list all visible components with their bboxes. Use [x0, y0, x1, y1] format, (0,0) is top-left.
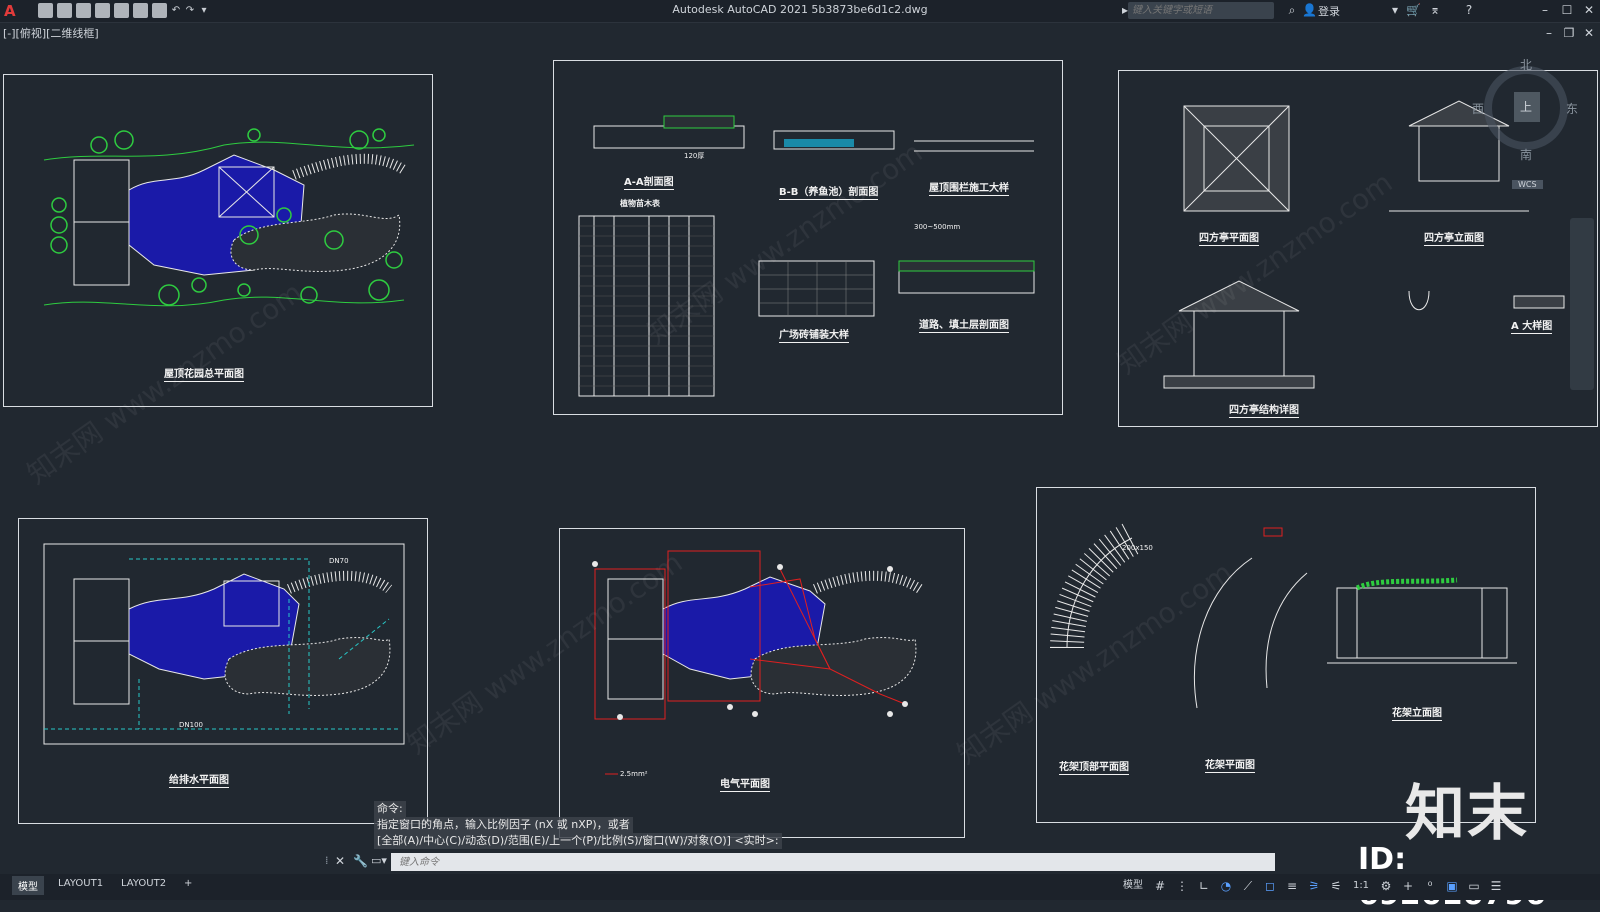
viewcube-east[interactable]: 东: [1566, 100, 1578, 117]
close-icon[interactable]: ✕: [1582, 3, 1596, 17]
label-roof-garden-plan: 屋顶花园总平面图: [164, 365, 244, 382]
label-railing-detail: 屋顶围栏施工大样: [929, 179, 1009, 196]
viewcube-south[interactable]: 南: [1520, 146, 1532, 163]
gear-icon[interactable]: ⚙: [1378, 878, 1394, 894]
dim-300-500: 300~500mm: [914, 223, 961, 231]
dim-dn70: DN70: [329, 557, 349, 565]
scale-dropdown[interactable]: 1:1: [1350, 878, 1372, 894]
units-icon[interactable]: ⁰: [1422, 878, 1438, 894]
polar-icon[interactable]: ◔: [1218, 878, 1234, 894]
sheet-sections: A-A剖面图 B-B（养鱼池）剖面图 屋顶围栏施工大样 植物苗木表 广场砖铺装大…: [553, 60, 1063, 415]
command-history: 命令: 指定窗口的角点，输入比例因子 (nX 或 nXP)，或者 [全部(A)/…: [374, 801, 804, 849]
quick-properties-icon[interactable]: ▣: [1444, 878, 1460, 894]
navigation-bar[interactable]: [1570, 218, 1594, 390]
status-toolbar: 模型 # ⋮ ∟ ◔ ⟋ ◻ ≡ ⚞ ⚟ 1:1 ⚙ + ⁰ ▣ ▭ ☰: [1120, 878, 1504, 894]
roof-garden-drawing: [43, 128, 415, 307]
clean-screen-icon[interactable]: ▭: [1466, 878, 1482, 894]
label-plaza-paving: 广场砖铺装大样: [779, 326, 849, 343]
command-history-line: 指定窗口的角点，输入比例因子 (nX 或 nXP)，或者: [374, 817, 633, 833]
tab-model[interactable]: 模型: [12, 876, 44, 895]
command-line: ⁞ ✕ 🔧 ▭▾: [325, 853, 1275, 871]
tab-add[interactable]: +: [178, 876, 198, 891]
label-detail-a: A 大样图: [1511, 317, 1553, 334]
label-drainage-plan: 给排水平面图: [169, 771, 229, 788]
viewcube-west[interactable]: 西: [1472, 100, 1484, 117]
customization-menu-icon[interactable]: ☰: [1488, 878, 1504, 894]
model-space-button[interactable]: 模型: [1120, 878, 1146, 894]
label-pergola-plan: 花架平面图: [1205, 756, 1255, 773]
status-bar: 模型 LAYOUT1 LAYOUT2 + 模型 # ⋮ ∟ ◔ ⟋ ◻ ≡ ⚞ …: [0, 874, 1600, 900]
maximize-icon[interactable]: ☐: [1560, 3, 1574, 17]
annotation-scale-icon[interactable]: ⚞: [1306, 878, 1322, 894]
sections-drawing: [578, 115, 1035, 397]
annotation-visibility-icon[interactable]: ⚟: [1328, 878, 1344, 894]
search-input[interactable]: [1128, 2, 1274, 19]
label-pavilion-elevation: 四方亭立面图: [1424, 229, 1484, 246]
sheet-electrical-plan: 电气平面图 2.5mm²: [559, 528, 965, 838]
legend-cable: 2.5mm²: [620, 770, 648, 778]
search-icon[interactable]: ⌕: [1285, 3, 1299, 17]
user-icon[interactable]: 👤: [1302, 3, 1317, 17]
snap-icon[interactable]: ⋮: [1174, 878, 1190, 894]
label-pergola-elevation: 花架立面图: [1392, 704, 1442, 721]
label-road-section: 道路、填土层剖面图: [919, 316, 1009, 333]
tab-layout1[interactable]: LAYOUT1: [52, 876, 109, 891]
dim-200x150: 200x150: [1122, 544, 1153, 552]
viewcube[interactable]: 北 南 东 西 上 WCS: [1472, 58, 1578, 189]
plus-icon[interactable]: +: [1400, 878, 1416, 894]
viewcube-top-face[interactable]: 上: [1520, 98, 1532, 115]
ortho-icon[interactable]: ∟: [1196, 878, 1212, 894]
label-pergola-top-plan: 花架顶部平面图: [1059, 758, 1129, 775]
sheet-roof-garden-plan: 屋顶花园总平面图: [3, 74, 433, 407]
lineweight-icon[interactable]: ≡: [1284, 878, 1300, 894]
wcs-menu[interactable]: WCS: [1512, 180, 1543, 189]
exchange-icon[interactable]: ⌆: [1428, 3, 1442, 17]
label-electrical-plan: 电气平面图: [720, 775, 770, 792]
label-section-bb: B-B（养鱼池）剖面图: [779, 183, 879, 200]
customize-wrench-icon[interactable]: 🔧: [353, 854, 368, 868]
label-pavilion-structure: 四方亭结构详图: [1229, 401, 1299, 418]
close-command-icon[interactable]: ✕: [335, 854, 349, 868]
command-history-line: [全部(A)/中心(C)/动态(D)/范围(E)/上一个(P)/比例(S)/窗口…: [374, 833, 782, 849]
brand-watermark: 知末: [1405, 779, 1529, 849]
label-plant-table: 植物苗木表: [620, 199, 660, 208]
dim-120: 120厚: [684, 152, 705, 160]
osnap-icon[interactable]: ◻: [1262, 878, 1278, 894]
cart-icon[interactable]: 🛒: [1406, 3, 1421, 17]
isodraft-icon[interactable]: ⟋: [1240, 878, 1256, 894]
sheet-drainage-plan: 给排水平面图 DN70 DN100: [18, 518, 428, 824]
label-pavilion-plan: 四方亭平面图: [1199, 229, 1259, 246]
grid-icon[interactable]: #: [1152, 878, 1168, 894]
signin-button[interactable]: 登录: [1318, 3, 1340, 19]
command-history-line: 命令:: [374, 801, 406, 817]
dropdown-icon[interactable]: ▾: [1388, 3, 1402, 17]
minimize-icon[interactable]: –: [1538, 3, 1552, 17]
tab-layout2[interactable]: LAYOUT2: [115, 876, 172, 891]
command-input[interactable]: [391, 853, 1275, 871]
viewcube-north[interactable]: 北: [1520, 56, 1532, 73]
help-icon[interactable]: ?: [1462, 3, 1476, 17]
window-title: Autodesk AutoCAD 2021 5b3873be6d1c2.dwg: [672, 3, 928, 16]
command-prompt-icon[interactable]: ▭▾: [371, 854, 389, 867]
title-bar: A ↶ ↷ ▾ Autodesk AutoCAD 2021 5b3873be6d…: [0, 0, 1600, 23]
drawing-canvas[interactable]: 屋顶花园总平面图 A-A剖面图 B-B（养鱼池）剖面图 屋顶围栏施工大样 植物苗…: [0, 22, 1600, 870]
label-section-aa: A-A剖面图: [624, 173, 674, 190]
dim-dn100: DN100: [179, 721, 203, 729]
